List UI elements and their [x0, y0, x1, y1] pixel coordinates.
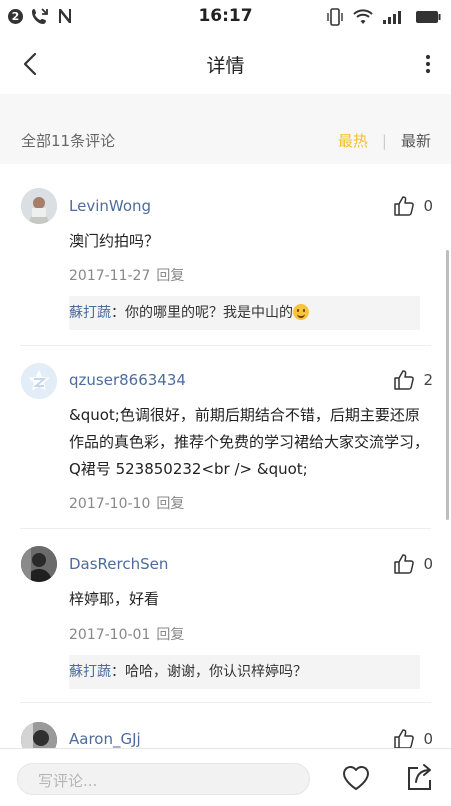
- reply-separator: ：: [111, 305, 125, 321]
- avatar[interactable]: [21, 363, 57, 399]
- status-bar: 2 16:17: [0, 0, 451, 34]
- username[interactable]: LevinWong: [69, 197, 151, 215]
- comment-date: 2017-11-27: [69, 268, 151, 284]
- comment-date: 2017-10-10: [69, 496, 151, 512]
- nav-bar: 详情: [0, 34, 451, 95]
- grin-emoji-icon: [293, 304, 309, 320]
- reply-text: 你的哪里的呢？我是中山的: [125, 305, 293, 321]
- reply-username[interactable]: 蘇打蔬: [69, 305, 111, 321]
- like-button[interactable]: 0: [393, 728, 433, 748]
- comment-meta: 2017-11-27 回复: [69, 265, 184, 285]
- divider: [20, 528, 431, 529]
- avatar-image: [21, 722, 57, 748]
- avatar-image: [21, 546, 57, 582]
- username[interactable]: DasRerchSen: [69, 555, 168, 573]
- status-right: [326, 8, 441, 26]
- username[interactable]: qzuser8663434: [69, 371, 186, 389]
- like-count: 0: [423, 197, 433, 215]
- share-icon[interactable]: [404, 762, 436, 794]
- thumbs-up-icon: [394, 554, 415, 574]
- divider: [20, 702, 431, 703]
- like-button[interactable]: 2: [393, 369, 433, 391]
- comment-count: 全部11条评论: [21, 132, 116, 150]
- avatar[interactable]: [21, 546, 57, 582]
- comment-list[interactable]: LevinWong 0 澳门约拍吗？ 2017-11-27 回复 蘇打蔬：你的哪里…: [0, 164, 451, 748]
- thumbs-up-icon: [394, 196, 415, 216]
- comment-input[interactable]: 写评论...: [17, 763, 310, 795]
- like-button[interactable]: 0: [393, 195, 433, 217]
- like-count: 0: [423, 730, 433, 748]
- wifi-icon: [353, 9, 373, 24]
- comments-header: 全部11条评论 最热 | 最新: [0, 94, 451, 164]
- tab-newest[interactable]: 最新: [401, 130, 431, 151]
- thumbs-up-icon: [394, 729, 415, 748]
- vibrate-icon: [327, 8, 343, 26]
- reply-button[interactable]: 回复: [156, 496, 184, 512]
- more-vertical-icon[interactable]: [415, 51, 441, 77]
- comment-meta: 2017-10-01 回复: [69, 624, 184, 644]
- reply-separator: ：: [111, 664, 125, 680]
- comment-meta: 2017-10-10 回复: [69, 493, 184, 513]
- reply-username[interactable]: 蘇打蔬: [69, 664, 111, 680]
- scrollbar[interactable]: [446, 250, 449, 520]
- qzone-avatar-icon: [21, 363, 57, 399]
- battery-icon: [416, 11, 441, 23]
- like-count: 0: [423, 555, 433, 573]
- heart-icon[interactable]: [340, 762, 372, 794]
- divider: [20, 345, 431, 346]
- reply-box[interactable]: 蘇打蔬：你的哪里的呢？我是中山的: [69, 296, 420, 330]
- sort-tabs: 最热 | 最新: [338, 130, 431, 151]
- reply-button[interactable]: 回复: [156, 627, 184, 643]
- reply-box[interactable]: 蘇打蔬：哈哈，谢谢，你认识梓婷吗？: [69, 655, 420, 689]
- reply-button[interactable]: 回复: [156, 268, 184, 284]
- like-button[interactable]: 0: [393, 553, 433, 575]
- comment-text: &quot;色调很好，前期后期结合不错，后期主要还原作品的真色彩，推荐个免费的学…: [69, 406, 430, 478]
- avatar-image: [21, 188, 57, 224]
- comment-text: 澳门约拍吗？: [69, 232, 160, 250]
- tab-hot[interactable]: 最热: [338, 130, 368, 151]
- comment-input-placeholder: 写评论...: [38, 772, 98, 790]
- comment-text: 梓婷耶，好看: [69, 590, 160, 608]
- avatar[interactable]: [21, 722, 57, 748]
- bottom-bar: 写评论...: [0, 748, 451, 806]
- sort-separator: |: [381, 131, 387, 150]
- page-title: 详情: [206, 55, 245, 77]
- username[interactable]: Aaron_GJj: [69, 730, 141, 748]
- reply-text: 哈哈，谢谢，你认识梓婷吗？: [125, 664, 307, 680]
- thumbs-up-icon: [394, 370, 415, 390]
- like-count: 2: [423, 371, 433, 389]
- avatar[interactable]: [21, 188, 57, 224]
- comment-date: 2017-10-01: [69, 627, 151, 643]
- signal-icon: [383, 11, 401, 24]
